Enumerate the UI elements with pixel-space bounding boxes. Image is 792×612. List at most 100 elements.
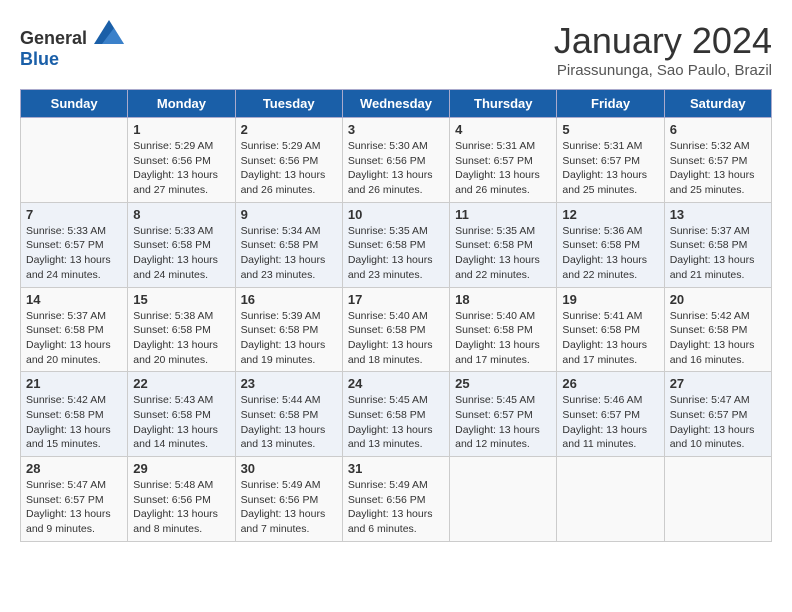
calendar-cell: 2 Sunrise: 5:29 AM Sunset: 6:56 PM Daylig… (235, 118, 342, 203)
calendar-cell: 6 Sunrise: 5:32 AM Sunset: 6:57 PM Daylig… (664, 118, 771, 203)
calendar-cell: 20Sunrise: 5:42 AM Sunset: 6:58 PM Dayli… (664, 287, 771, 372)
cell-info: Sunrise: 5:40 AM Sunset: 6:58 PM Dayligh… (348, 309, 444, 368)
day-number: 15 (133, 292, 229, 307)
day-number: 18 (455, 292, 551, 307)
header-day-friday: Friday (557, 90, 664, 118)
day-number: 4 (455, 122, 551, 137)
day-number: 25 (455, 376, 551, 391)
day-number: 11 (455, 207, 551, 222)
week-row-5: 28 Sunrise: 5:47 AM Sunset: 6:57 PM Dayli… (21, 457, 772, 542)
week-row-2: 7 Sunrise: 5:33 AM Sunset: 6:57 PM Daylig… (21, 202, 772, 287)
calendar-cell: 28 Sunrise: 5:47 AM Sunset: 6:57 PM Dayli… (21, 457, 128, 542)
day-number: 16 (241, 292, 337, 307)
header-day-monday: Monday (128, 90, 235, 118)
day-number: 2 (241, 122, 337, 137)
header-day-saturday: Saturday (664, 90, 771, 118)
cell-info: Sunrise: 5:43 AM Sunset: 6:58 PM Dayligh… (133, 393, 229, 452)
calendar-cell (21, 118, 128, 203)
title-area: January 2024 Pirassununga, Sao Paulo, Br… (554, 20, 772, 79)
month-title: January 2024 (554, 20, 772, 62)
day-number: 1 (133, 122, 229, 137)
day-number: 8 (133, 207, 229, 222)
cell-info: Sunrise: 5:39 AM Sunset: 6:58 PM Dayligh… (241, 309, 337, 368)
calendar-cell: 23 Sunrise: 5:44 AM Sunset: 6:58 PM Dayli… (235, 372, 342, 457)
cell-info: Sunrise: 5:33 AM Sunset: 6:58 PM Dayligh… (133, 224, 229, 283)
logo-blue: Blue (20, 49, 59, 69)
cell-info: Sunrise: 5:49 AM Sunset: 6:56 PM Dayligh… (348, 478, 444, 537)
calendar-cell: 16 Sunrise: 5:39 AM Sunset: 6:58 PM Dayli… (235, 287, 342, 372)
calendar-cell: 1 Sunrise: 5:29 AM Sunset: 6:56 PM Daylig… (128, 118, 235, 203)
calendar-cell (450, 457, 557, 542)
logo-general: General (20, 28, 87, 48)
calendar-cell: 21 Sunrise: 5:42 AM Sunset: 6:58 PM Dayli… (21, 372, 128, 457)
cell-info: Sunrise: 5:42 AM Sunset: 6:58 PM Dayligh… (670, 309, 766, 368)
day-number: 17 (348, 292, 444, 307)
calendar-cell: 4 Sunrise: 5:31 AM Sunset: 6:57 PM Daylig… (450, 118, 557, 203)
day-number: 21 (26, 376, 122, 391)
cell-info: Sunrise: 5:45 AM Sunset: 6:58 PM Dayligh… (348, 393, 444, 452)
calendar-cell (557, 457, 664, 542)
day-number: 13 (670, 207, 766, 222)
day-number: 27 (670, 376, 766, 391)
day-number: 28 (26, 461, 122, 476)
day-number: 3 (348, 122, 444, 137)
day-number: 31 (348, 461, 444, 476)
calendar-cell: 9Sunrise: 5:34 AM Sunset: 6:58 PM Daylig… (235, 202, 342, 287)
week-row-1: 1 Sunrise: 5:29 AM Sunset: 6:56 PM Daylig… (21, 118, 772, 203)
week-row-4: 21 Sunrise: 5:42 AM Sunset: 6:58 PM Dayli… (21, 372, 772, 457)
logo-icon (94, 20, 124, 44)
day-number: 24 (348, 376, 444, 391)
calendar-cell: 11 Sunrise: 5:35 AM Sunset: 6:58 PM Dayli… (450, 202, 557, 287)
cell-info: Sunrise: 5:38 AM Sunset: 6:58 PM Dayligh… (133, 309, 229, 368)
day-number: 14 (26, 292, 122, 307)
cell-info: Sunrise: 5:41 AM Sunset: 6:58 PM Dayligh… (562, 309, 658, 368)
calendar-cell: 22 Sunrise: 5:43 AM Sunset: 6:58 PM Dayli… (128, 372, 235, 457)
day-number: 23 (241, 376, 337, 391)
calendar-cell: 12Sunrise: 5:36 AM Sunset: 6:58 PM Dayli… (557, 202, 664, 287)
cell-info: Sunrise: 5:31 AM Sunset: 6:57 PM Dayligh… (455, 139, 551, 198)
header-day-sunday: Sunday (21, 90, 128, 118)
calendar-cell: 5Sunrise: 5:31 AM Sunset: 6:57 PM Daylig… (557, 118, 664, 203)
cell-info: Sunrise: 5:37 AM Sunset: 6:58 PM Dayligh… (26, 309, 122, 368)
logo-text: General Blue (20, 20, 124, 70)
cell-info: Sunrise: 5:33 AM Sunset: 6:57 PM Dayligh… (26, 224, 122, 283)
header-row: SundayMondayTuesdayWednesdayThursdayFrid… (21, 90, 772, 118)
cell-info: Sunrise: 5:44 AM Sunset: 6:58 PM Dayligh… (241, 393, 337, 452)
subtitle: Pirassununga, Sao Paulo, Brazil (554, 62, 772, 79)
cell-info: Sunrise: 5:47 AM Sunset: 6:57 PM Dayligh… (26, 478, 122, 537)
calendar-cell: 24 Sunrise: 5:45 AM Sunset: 6:58 PM Dayli… (342, 372, 449, 457)
calendar-cell: 18 Sunrise: 5:40 AM Sunset: 6:58 PM Dayli… (450, 287, 557, 372)
cell-info: Sunrise: 5:42 AM Sunset: 6:58 PM Dayligh… (26, 393, 122, 452)
header: General Blue January 2024 Pirassununga, … (20, 20, 772, 79)
cell-info: Sunrise: 5:32 AM Sunset: 6:57 PM Dayligh… (670, 139, 766, 198)
calendar-cell: 29Sunrise: 5:48 AM Sunset: 6:56 PM Dayli… (128, 457, 235, 542)
calendar-table: SundayMondayTuesdayWednesdayThursdayFrid… (20, 89, 772, 542)
calendar-cell: 8 Sunrise: 5:33 AM Sunset: 6:58 PM Daylig… (128, 202, 235, 287)
day-number: 5 (562, 122, 658, 137)
day-number: 22 (133, 376, 229, 391)
calendar-cell (664, 457, 771, 542)
day-number: 10 (348, 207, 444, 222)
day-number: 29 (133, 461, 229, 476)
day-number: 19 (562, 292, 658, 307)
cell-info: Sunrise: 5:47 AM Sunset: 6:57 PM Dayligh… (670, 393, 766, 452)
cell-info: Sunrise: 5:49 AM Sunset: 6:56 PM Dayligh… (241, 478, 337, 537)
calendar-cell: 15 Sunrise: 5:38 AM Sunset: 6:58 PM Dayli… (128, 287, 235, 372)
cell-info: Sunrise: 5:40 AM Sunset: 6:58 PM Dayligh… (455, 309, 551, 368)
day-number: 6 (670, 122, 766, 137)
calendar-cell: 7 Sunrise: 5:33 AM Sunset: 6:57 PM Daylig… (21, 202, 128, 287)
cell-info: Sunrise: 5:29 AM Sunset: 6:56 PM Dayligh… (133, 139, 229, 198)
calendar-cell: 26Sunrise: 5:46 AM Sunset: 6:57 PM Dayli… (557, 372, 664, 457)
cell-info: Sunrise: 5:35 AM Sunset: 6:58 PM Dayligh… (455, 224, 551, 283)
calendar-cell: 31 Sunrise: 5:49 AM Sunset: 6:56 PM Dayli… (342, 457, 449, 542)
header-day-tuesday: Tuesday (235, 90, 342, 118)
cell-info: Sunrise: 5:36 AM Sunset: 6:58 PM Dayligh… (562, 224, 658, 283)
cell-info: Sunrise: 5:45 AM Sunset: 6:57 PM Dayligh… (455, 393, 551, 452)
header-day-wednesday: Wednesday (342, 90, 449, 118)
day-number: 7 (26, 207, 122, 222)
cell-info: Sunrise: 5:29 AM Sunset: 6:56 PM Dayligh… (241, 139, 337, 198)
calendar-cell: 14 Sunrise: 5:37 AM Sunset: 6:58 PM Dayli… (21, 287, 128, 372)
cell-info: Sunrise: 5:35 AM Sunset: 6:58 PM Dayligh… (348, 224, 444, 283)
day-number: 30 (241, 461, 337, 476)
cell-info: Sunrise: 5:34 AM Sunset: 6:58 PM Dayligh… (241, 224, 337, 283)
